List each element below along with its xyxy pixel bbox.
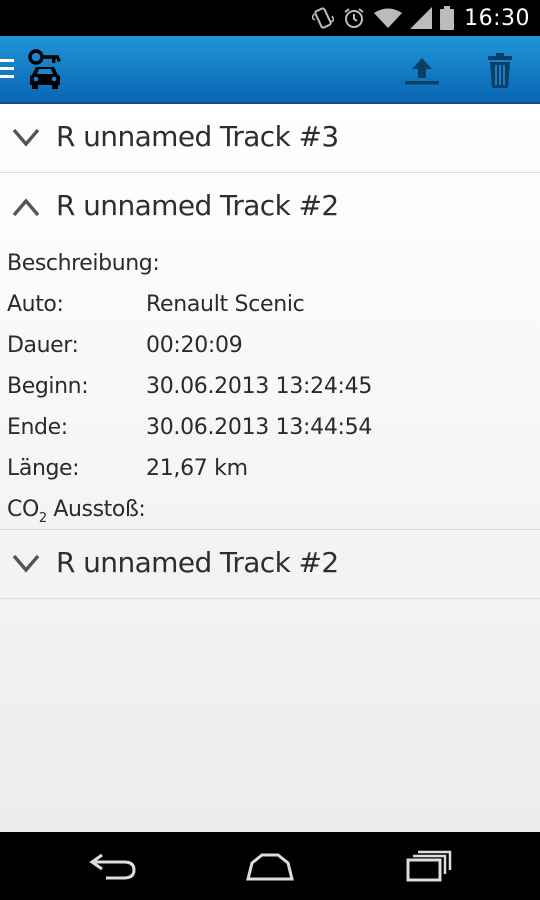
ende-label: Ende: — [7, 415, 68, 440]
action-bar — [0, 36, 540, 104]
track-item-header[interactable]: R unnamed Track #2 — [0, 530, 540, 599]
laenge-label: Länge: — [7, 456, 80, 481]
track-list: R unnamed Track #3 R unnamed Track #2 Be… — [0, 104, 540, 832]
co2-main: CO — [7, 497, 39, 522]
chevron-up-icon — [12, 198, 40, 217]
car-key-icon[interactable] — [28, 48, 62, 95]
upload-icon — [405, 58, 439, 85]
home-icon — [246, 853, 294, 881]
back-icon — [89, 853, 136, 880]
alarm-icon — [342, 6, 366, 30]
co2-label: CO2 Ausstoß: — [7, 497, 146, 526]
trash-icon — [488, 53, 512, 88]
auto-value: Renault Scenic — [146, 292, 305, 317]
home-button[interactable] — [235, 846, 305, 886]
track-details: Beschreibung: Auto: Renault Scenic Dauer… — [0, 241, 540, 530]
co2-subscript: 2 — [38, 511, 47, 526]
status-clock: 16:30 — [464, 5, 530, 31]
menu-icon[interactable] — [0, 59, 16, 83]
beschreibung-label: Beschreibung: — [7, 251, 160, 276]
back-button[interactable] — [78, 846, 148, 886]
chevron-down-icon — [12, 128, 40, 147]
vibrate-icon — [312, 6, 335, 30]
upload-button[interactable] — [402, 51, 442, 91]
status-bar: 16:30 — [0, 0, 540, 36]
delete-button[interactable] — [480, 51, 520, 91]
chevron-down-icon — [12, 554, 40, 573]
track-title: R unnamed Track #2 — [56, 189, 339, 222]
co2-rest: Ausstoß: — [46, 497, 146, 522]
track-title: R unnamed Track #2 — [56, 546, 339, 579]
dauer-value: 00:20:09 — [146, 333, 243, 358]
laenge-value: 21,67 km — [146, 456, 248, 481]
signal-icon — [410, 7, 433, 29]
recent-apps-button[interactable] — [394, 846, 464, 886]
ende-value: 30.06.2013 13:44:54 — [146, 415, 373, 440]
track-item-header-expanded[interactable]: R unnamed Track #2 — [0, 173, 540, 241]
recent-apps-icon — [406, 850, 452, 882]
wifi-icon — [374, 7, 403, 29]
beginn-label: Beginn: — [7, 374, 89, 399]
battery-icon — [440, 6, 455, 30]
dauer-label: Dauer: — [7, 333, 79, 358]
auto-label: Auto: — [7, 292, 64, 317]
navigation-bar — [0, 832, 540, 900]
beginn-value: 30.06.2013 13:24:45 — [146, 374, 373, 399]
track-item-header[interactable]: R unnamed Track #3 — [0, 104, 540, 173]
track-title: R unnamed Track #3 — [56, 120, 339, 153]
